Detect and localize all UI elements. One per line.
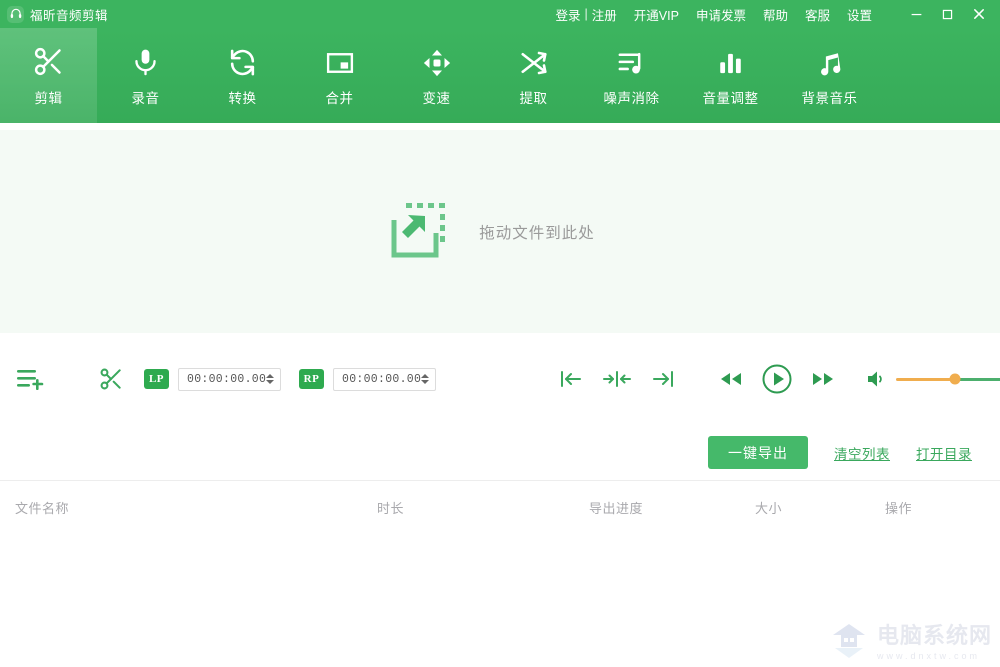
app-window: 福昕音频剪辑 登录 | 注册 开通VIP 申请发票 帮助 客服 设置 剪辑 录音… xyxy=(0,0,1000,667)
tool-label: 背景音乐 xyxy=(801,91,858,106)
spinner-arrows-icon[interactable] xyxy=(421,374,429,384)
tool-label: 剪辑 xyxy=(34,91,63,106)
headphones-icon xyxy=(7,5,24,23)
right-point-tag[interactable]: RP xyxy=(299,369,324,389)
watermark-url: www.dnxtw.com xyxy=(876,651,981,661)
tool-speed[interactable]: 变速 xyxy=(388,28,485,123)
left-point-tag[interactable]: LP xyxy=(144,369,169,389)
tool-label: 提取 xyxy=(519,91,548,106)
minimize-icon[interactable] xyxy=(901,0,932,28)
right-point-time-value: 00:00:00.00 xyxy=(342,372,422,386)
tool-merge[interactable]: 合并 xyxy=(291,28,388,123)
tool-record[interactable]: 录音 xyxy=(97,28,194,123)
drag-drop-file-icon xyxy=(389,198,451,265)
menu-invoice[interactable]: 申请发票 xyxy=(696,5,746,24)
column-header-size: 大小 xyxy=(755,501,783,516)
left-point-time-input[interactable]: 00:00:00.00 xyxy=(178,367,281,391)
menu-vip[interactable]: 开通VIP xyxy=(634,5,679,24)
maximize-icon[interactable] xyxy=(932,0,963,28)
microphone-icon xyxy=(130,44,161,78)
main-toolbar: 剪辑 录音 转换 合并 变速 提取 噪声消除 音量调整 背景音乐 xyxy=(0,28,1000,123)
music-note-icon xyxy=(815,44,844,78)
tool-edit[interactable]: 剪辑 xyxy=(0,28,97,123)
mark-start-icon[interactable] xyxy=(548,356,594,402)
title-bar: 福昕音频剪辑 登录 | 注册 开通VIP 申请发票 帮助 客服 设置 xyxy=(0,0,1000,28)
site-watermark: 电脑系统网 www.dnxtw.com xyxy=(829,618,992,661)
window-controls xyxy=(901,0,996,28)
fast-forward-icon[interactable] xyxy=(802,356,844,402)
play-circle-icon[interactable] xyxy=(752,356,802,402)
house-shield-icon xyxy=(829,620,869,660)
dropzone-label: 拖动文件到此处 xyxy=(479,224,595,242)
tool-label: 音量调整 xyxy=(702,91,759,106)
dropzone-content: 拖动文件到此处 xyxy=(389,198,595,265)
tool-label: 合并 xyxy=(325,91,354,106)
tool-label: 变速 xyxy=(422,91,451,106)
clear-list-link[interactable]: 清空列表 xyxy=(834,443,890,463)
file-dropzone[interactable]: 拖动文件到此处 xyxy=(0,130,1000,333)
speed-arrows-icon xyxy=(422,44,452,78)
volume-slider[interactable] xyxy=(896,369,1000,389)
menu-separator: | xyxy=(584,7,588,21)
menu-support[interactable]: 客服 xyxy=(805,5,830,24)
mark-split-icon[interactable] xyxy=(594,356,640,402)
cut-scissors-icon[interactable] xyxy=(80,356,142,402)
watermark-title: 电脑系统网 xyxy=(876,623,992,648)
tool-label: 录音 xyxy=(131,91,160,106)
tool-label: 转换 xyxy=(228,91,257,106)
export-actions-row: 一键导出 清空列表 打开目录 xyxy=(0,425,1000,480)
scissors-icon xyxy=(32,44,65,78)
rewind-icon[interactable] xyxy=(710,356,752,402)
volume-slider-thumb[interactable] xyxy=(949,373,961,385)
column-header-progress: 导出进度 xyxy=(589,501,644,516)
right-point-time-input[interactable]: 00:00:00.00 xyxy=(333,367,436,391)
file-table-header: 文件名称 时长 导出进度 大小 操作 xyxy=(0,480,1000,528)
app-title: 福昕音频剪辑 xyxy=(30,8,109,23)
menu-settings[interactable]: 设置 xyxy=(847,5,872,24)
app-logo-group: 福昕音频剪辑 xyxy=(0,5,108,24)
merge-box-icon xyxy=(325,44,355,78)
shuffle-extract-icon xyxy=(519,44,549,78)
left-point-time-value: 00:00:00.00 xyxy=(187,372,267,386)
export-button[interactable]: 一键导出 xyxy=(708,436,808,469)
controls-bar: LP 00:00:00.00 RP 00:00:00.00 xyxy=(0,333,1000,425)
spinner-arrows-icon[interactable] xyxy=(266,374,274,384)
open-folder-link[interactable]: 打开目录 xyxy=(916,443,972,463)
tool-background-music[interactable]: 背景音乐 xyxy=(780,28,879,123)
tool-label: 噪声消除 xyxy=(603,91,660,106)
tool-convert[interactable]: 转换 xyxy=(194,28,291,123)
tool-extract[interactable]: 提取 xyxy=(485,28,582,123)
menu-login[interactable]: 登录 xyxy=(556,5,581,24)
noise-list-note-icon xyxy=(616,44,647,78)
volume-bars-icon xyxy=(716,44,745,78)
mark-end-icon[interactable] xyxy=(640,356,686,402)
column-header-filename: 文件名称 xyxy=(15,501,70,516)
close-icon[interactable] xyxy=(963,0,994,28)
tool-noise-reduction[interactable]: 噪声消除 xyxy=(582,28,681,123)
convert-refresh-icon xyxy=(227,44,258,78)
menu-register[interactable]: 注册 xyxy=(592,5,617,24)
add-to-list-icon[interactable] xyxy=(0,356,62,402)
titlebar-menu: 登录 | 注册 开通VIP 申请发票 帮助 客服 设置 xyxy=(556,0,1000,28)
login-register-group: 登录 | 注册 xyxy=(556,5,617,24)
watermark-text-group: 电脑系统网 www.dnxtw.com xyxy=(877,618,992,661)
tool-volume-adjust[interactable]: 音量调整 xyxy=(681,28,780,123)
playback-controls-group xyxy=(548,333,1000,425)
column-header-duration: 时长 xyxy=(377,501,405,516)
volume-slider-filled xyxy=(896,378,956,381)
volume-speaker-icon[interactable] xyxy=(858,356,896,402)
column-header-operation: 操作 xyxy=(885,501,913,516)
menu-help[interactable]: 帮助 xyxy=(763,5,788,24)
controls-left-group: LP 00:00:00.00 RP 00:00:00.00 xyxy=(0,333,436,425)
volume-slider-remaining xyxy=(955,378,1000,381)
